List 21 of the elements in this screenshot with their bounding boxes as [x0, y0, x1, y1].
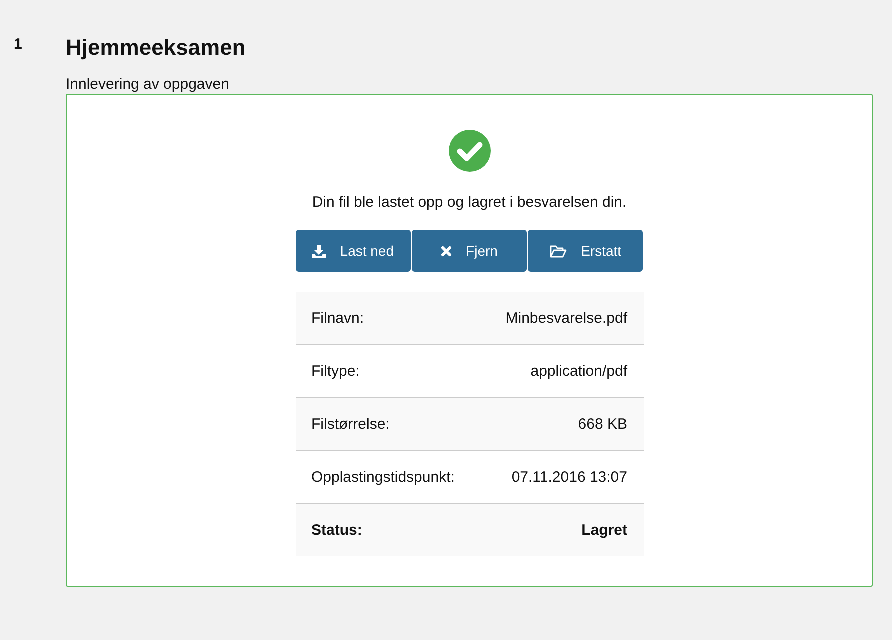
download-button[interactable]: Last ned — [296, 230, 411, 272]
download-icon — [312, 244, 326, 258]
question-title: Hjemmeeksamen — [66, 35, 247, 61]
detail-label: Filstørrelse: — [312, 416, 390, 432]
question-subtitle: Innlevering av oppgaven — [66, 76, 230, 94]
detail-value: 07.11.2016 13:07 — [512, 468, 628, 486]
close-icon — [441, 246, 452, 256]
detail-label: Status: — [312, 522, 362, 538]
detail-label: Opplastingstidspunkt: — [312, 468, 455, 486]
detail-value: 668 KB — [578, 416, 628, 432]
folder-icon — [550, 244, 568, 258]
replace-button[interactable]: Erstatt — [528, 230, 644, 272]
detail-label: Filtype: — [312, 362, 360, 380]
success-check-icon — [448, 130, 490, 172]
remove-button[interactable]: Fjern — [412, 230, 528, 272]
upload-message: Din fil ble lastet opp og lagret i besvarelsen din. — [312, 194, 627, 211]
detail-value: Lagret — [582, 522, 628, 538]
question-number: 1 — [14, 35, 24, 55]
detail-label: Filnavn: — [312, 310, 364, 326]
detail-value: application/pdf — [530, 362, 628, 380]
detail-value: Minbesvarelse.pdf — [506, 310, 628, 326]
